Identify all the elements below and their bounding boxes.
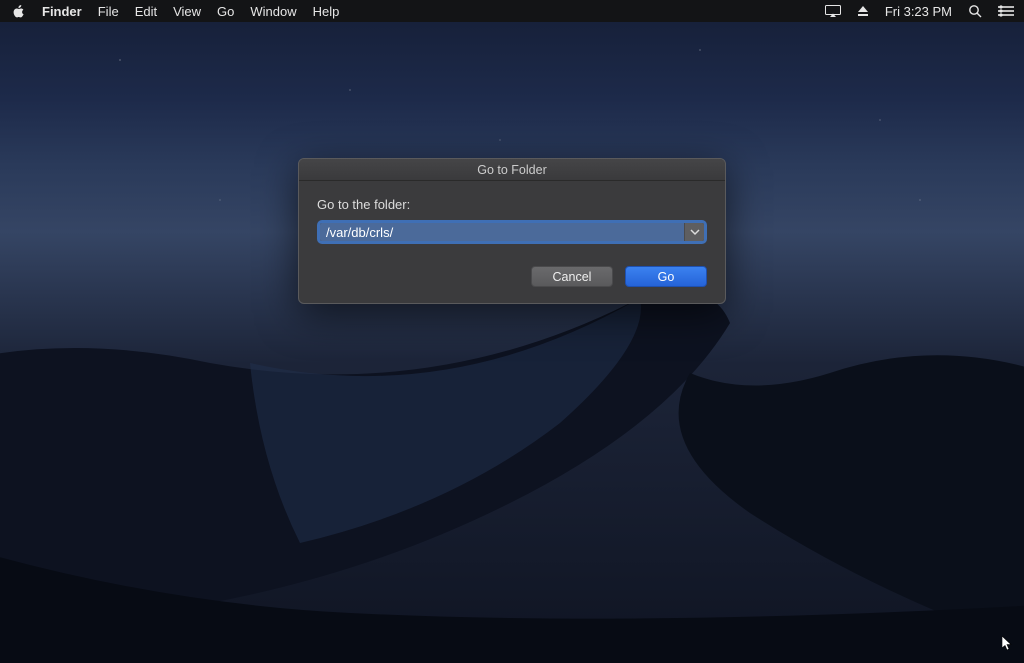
spotlight-icon[interactable] [968, 4, 982, 18]
path-history-dropdown[interactable] [684, 223, 704, 241]
chevron-down-icon [690, 227, 700, 237]
menubar: Finder File Edit View Go Window Help Fri… [0, 0, 1024, 22]
go-button[interactable]: Go [625, 266, 707, 287]
cancel-button[interactable]: Cancel [531, 266, 613, 287]
eject-icon[interactable] [857, 5, 869, 17]
path-input-row [317, 220, 707, 244]
apple-menu-icon[interactable] [12, 4, 26, 18]
cursor-icon [1002, 636, 1014, 657]
menu-file[interactable]: File [98, 4, 119, 19]
menu-view[interactable]: View [173, 4, 201, 19]
airplay-icon[interactable] [825, 5, 841, 17]
app-name[interactable]: Finder [42, 4, 82, 19]
menu-window[interactable]: Window [250, 4, 296, 19]
desktop-wallpaper [0, 0, 1024, 663]
wallpaper-dune [0, 243, 1024, 663]
menubar-clock[interactable]: Fri 3:23 PM [885, 4, 952, 19]
menu-go[interactable]: Go [217, 4, 234, 19]
folder-path-input[interactable] [320, 223, 684, 241]
notification-center-icon[interactable] [998, 5, 1014, 17]
dialog-title: Go to Folder [299, 159, 725, 181]
dialog-prompt: Go to the folder: [317, 197, 707, 212]
go-to-folder-dialog: Go to Folder Go to the folder: Cancel Go [298, 158, 726, 304]
menu-edit[interactable]: Edit [135, 4, 157, 19]
menu-help[interactable]: Help [313, 4, 340, 19]
